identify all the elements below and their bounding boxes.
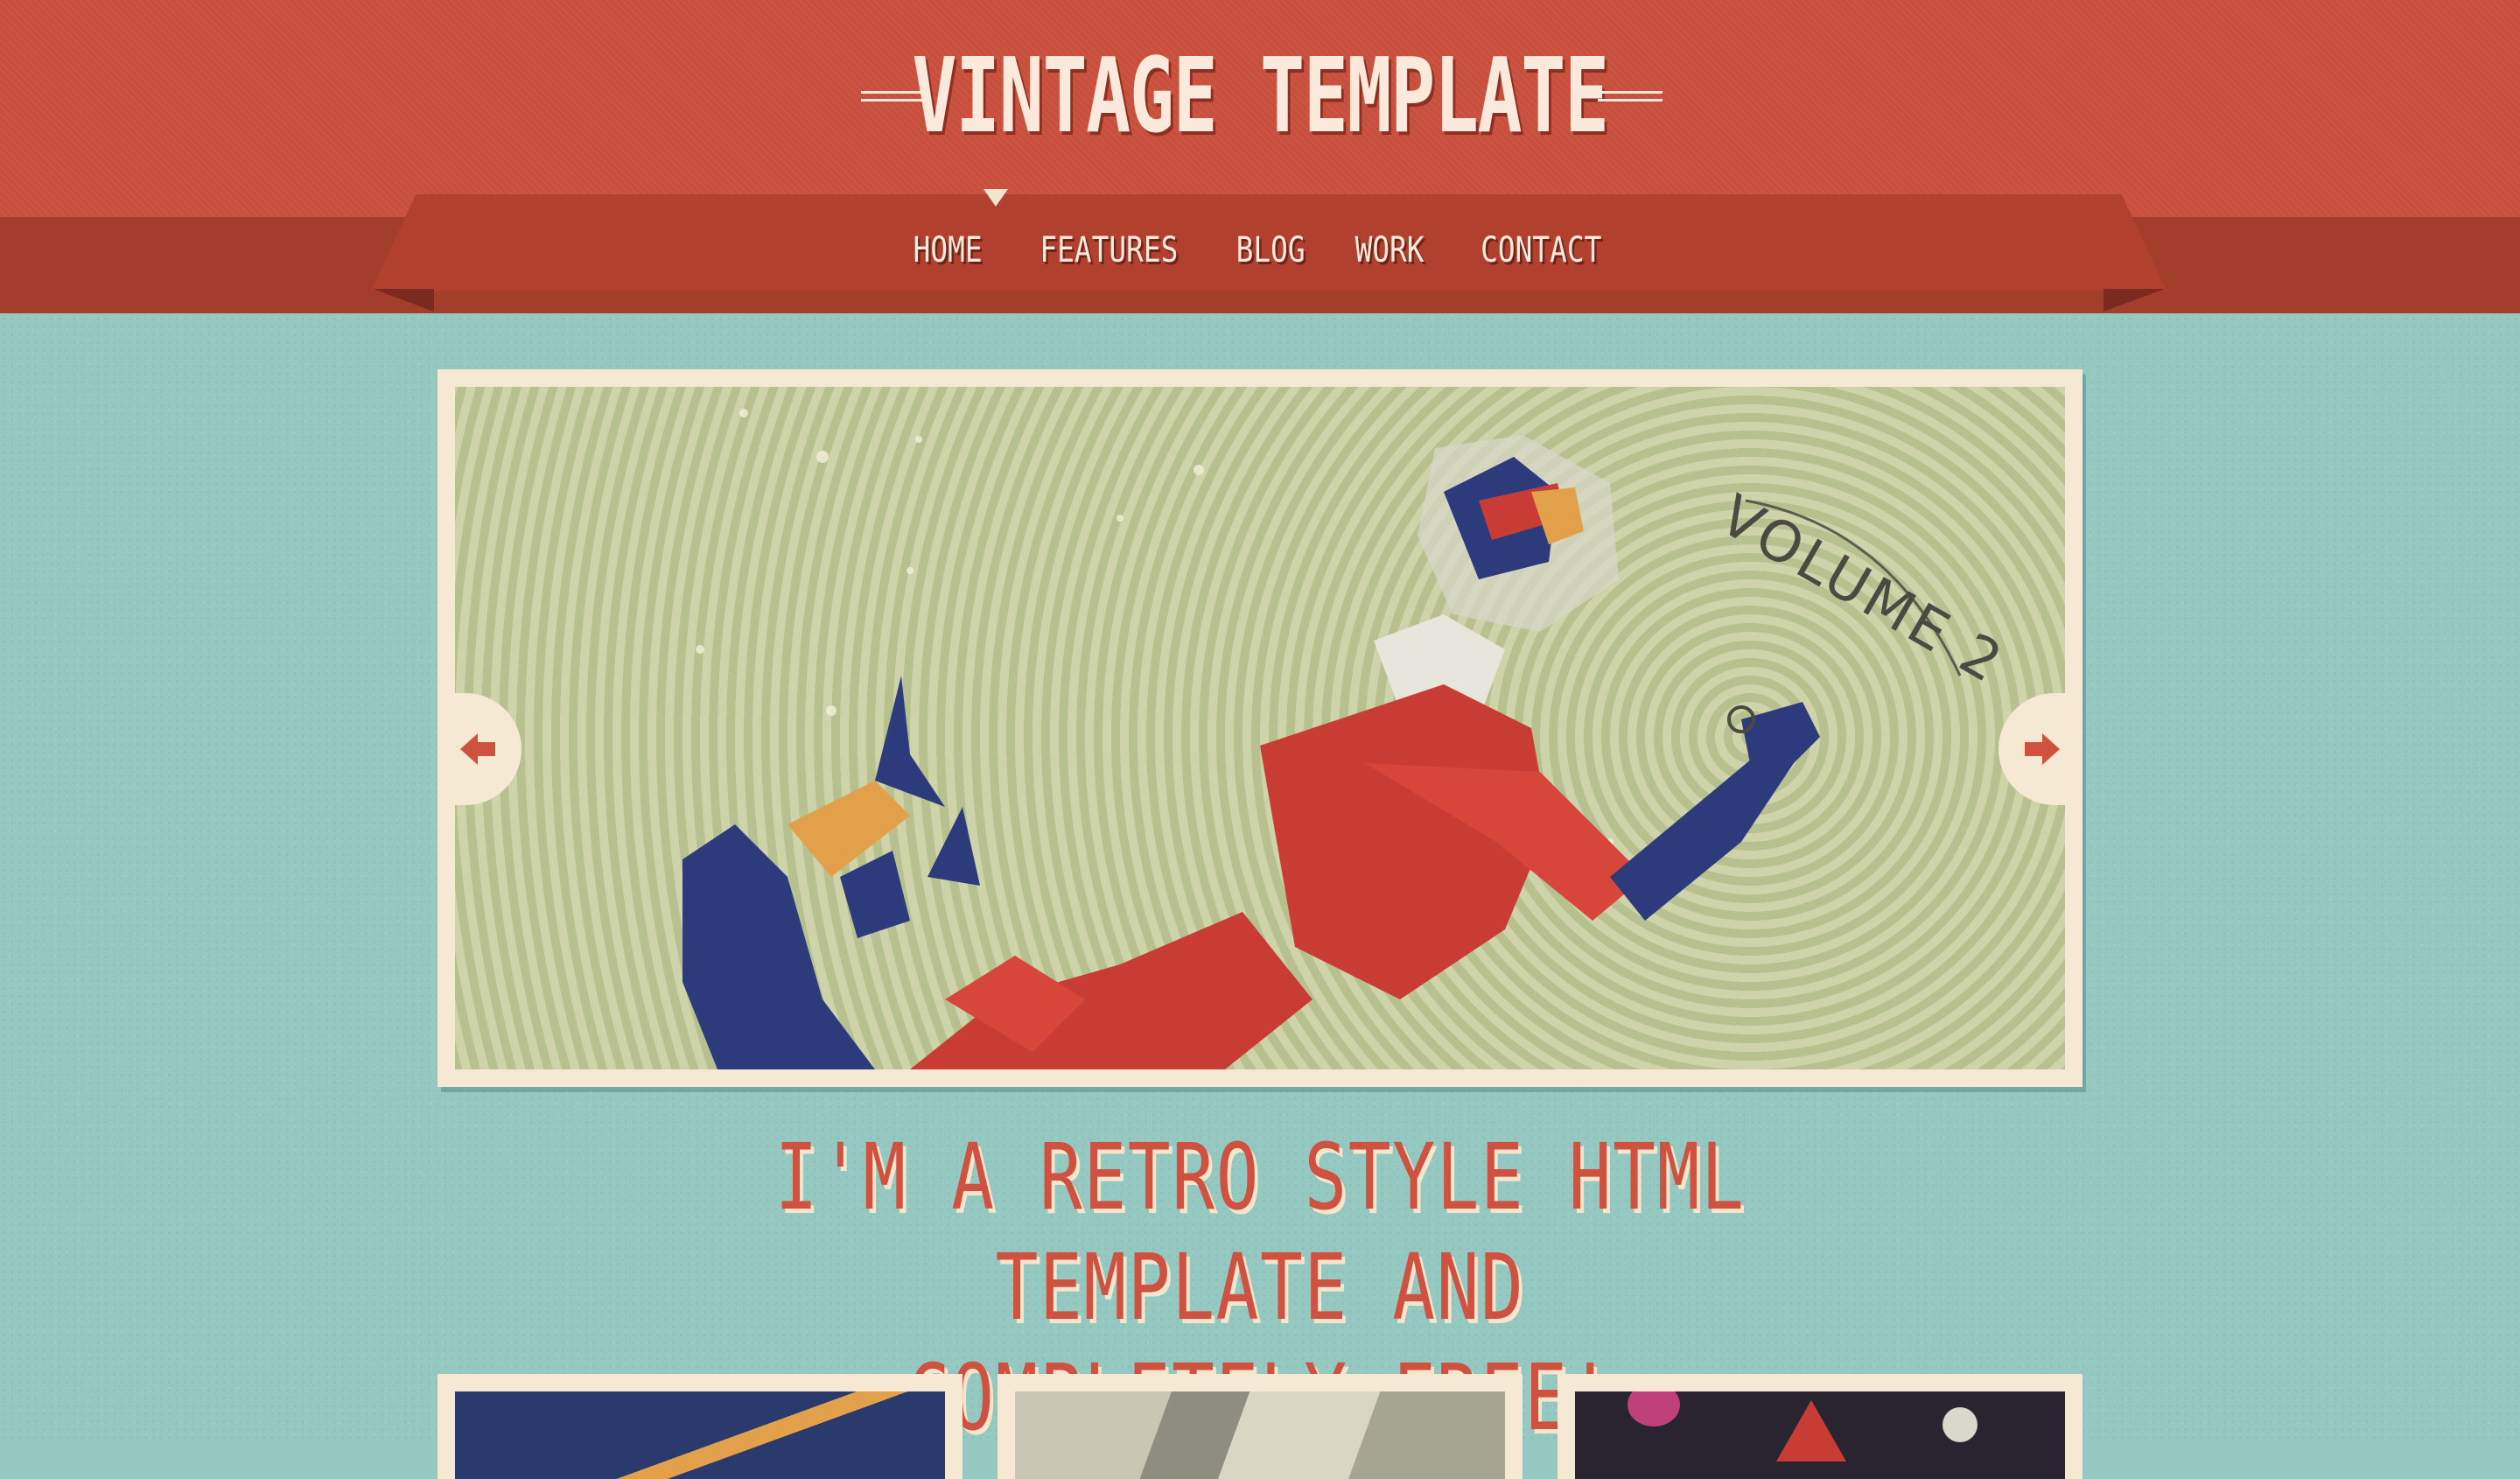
logo-decoration-right: [1598, 91, 1662, 102]
slide-image: VOLUME 2: [455, 387, 2065, 1069]
nav-item-contact[interactable]: CONTACT: [1480, 226, 1601, 275]
slide-illustration: [682, 409, 1962, 1069]
ribbon-fold-right: [2104, 289, 2165, 312]
active-nav-indicator-icon: [984, 189, 1008, 207]
nav-item-work[interactable]: WORK: [1355, 226, 1424, 275]
nav-item-home[interactable]: HOME: [914, 226, 983, 275]
nav-item-blog[interactable]: BLOG: [1236, 226, 1306, 275]
portfolio-thumbnail-1[interactable]: [438, 1374, 962, 1479]
portfolio-thumbnail-2[interactable]: [998, 1374, 1522, 1479]
thumbnail-image-2: [1015, 1391, 1505, 1479]
arrow-left-icon: [460, 733, 495, 765]
main-nav: HOME FEATURES BLOG WORK CONTACT: [0, 226, 2520, 275]
site-logo[interactable]: VINTAGE TEMPLATE: [353, 39, 2167, 152]
ribbon-fold-left: [373, 289, 434, 312]
nav-item-features[interactable]: FEATURES: [1040, 226, 1179, 275]
slider: VOLUME 2: [438, 369, 2082, 1087]
portfolio-thumbnail-3[interactable]: [1558, 1374, 2082, 1479]
arrow-right-icon: [2025, 733, 2060, 765]
thumbnail-image-1: [455, 1391, 945, 1479]
thumbnail-image-3: [1575, 1391, 2065, 1479]
tagline-line-1: I'M A RETRO STYLE HTML TEMPLATE AND: [774, 1124, 1746, 1341]
